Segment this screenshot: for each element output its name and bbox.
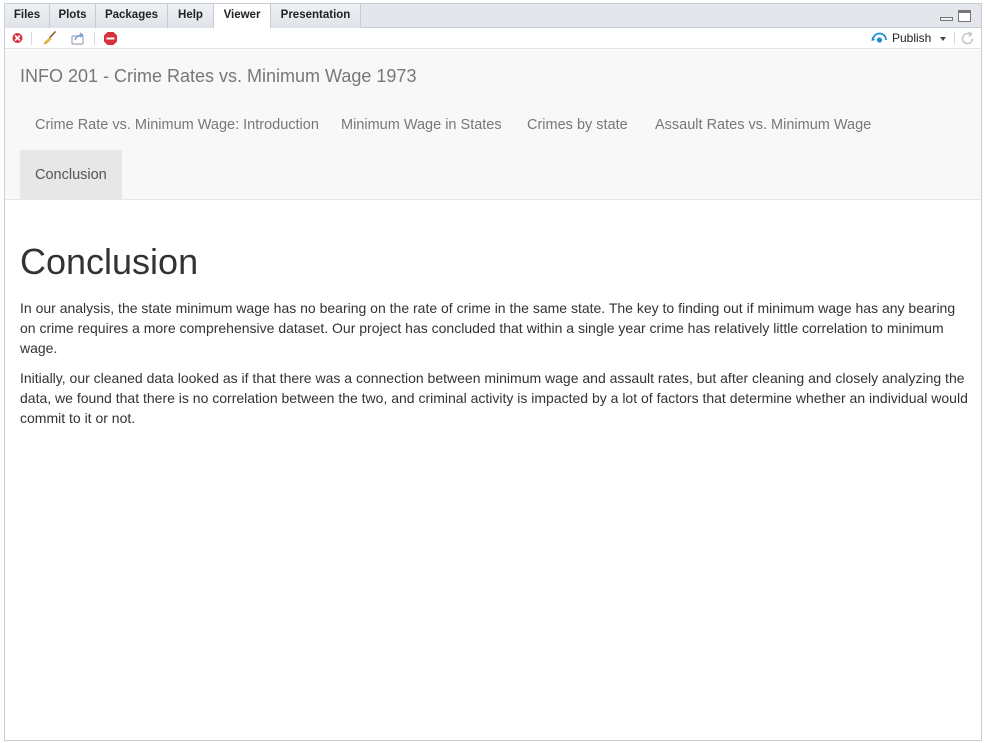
paragraph: Initially, our cleaned data looked as if… (20, 369, 968, 426)
page-heading: Conclusion (20, 241, 199, 282)
tab-plots[interactable]: Plots (50, 4, 96, 28)
app-navbar: INFO 201 - Crime Rates vs. Minimum Wage … (5, 50, 981, 200)
window-controls (933, 10, 973, 24)
tab-presentation[interactable]: Presentation (271, 4, 361, 28)
toolbar-separator (31, 32, 32, 45)
maximize-icon[interactable] (958, 10, 971, 22)
minimize-icon[interactable] (940, 17, 953, 21)
export-icon[interactable] (70, 31, 85, 46)
tab-files[interactable]: Files (5, 4, 50, 28)
paragraph: In our analysis, the state minimum wage … (20, 299, 956, 356)
toolbar-separator (954, 32, 955, 45)
tab-packages[interactable]: Packages (96, 4, 168, 28)
publish-label: Publish (892, 31, 932, 45)
broom-icon[interactable] (42, 31, 57, 46)
viewer-toolbar: Publish (5, 28, 981, 49)
toolbar-separator (94, 32, 95, 45)
tab-viewer[interactable]: Viewer (214, 4, 271, 29)
publish-icon (871, 32, 887, 43)
app-title: INFO 201 - Crime Rates vs. Minimum Wage … (20, 66, 417, 86)
main-content: Conclusion In our analysis, the state mi… (20, 242, 968, 438)
refresh-icon[interactable] (960, 31, 975, 46)
clear-viewer-icon[interactable] (11, 31, 26, 46)
nav-minimum-wage-in-states[interactable]: Minimum Wage in States (326, 100, 517, 150)
pane-tab-bar: Files Plots Packages Help Viewer Present… (5, 4, 981, 29)
nav-crimes-by-state[interactable]: Crimes by state (512, 100, 643, 150)
chevron-down-icon[interactable] (940, 37, 946, 41)
nav-conclusion[interactable]: Conclusion (20, 150, 122, 200)
viewer-pane: Files Plots Packages Help Viewer Present… (4, 3, 982, 741)
nav-introduction[interactable]: Crime Rate vs. Minimum Wage: Introductio… (20, 100, 334, 150)
tab-help[interactable]: Help (168, 4, 214, 28)
nav-assault-rates[interactable]: Assault Rates vs. Minimum Wage (640, 100, 886, 150)
stop-icon[interactable] (103, 31, 118, 46)
